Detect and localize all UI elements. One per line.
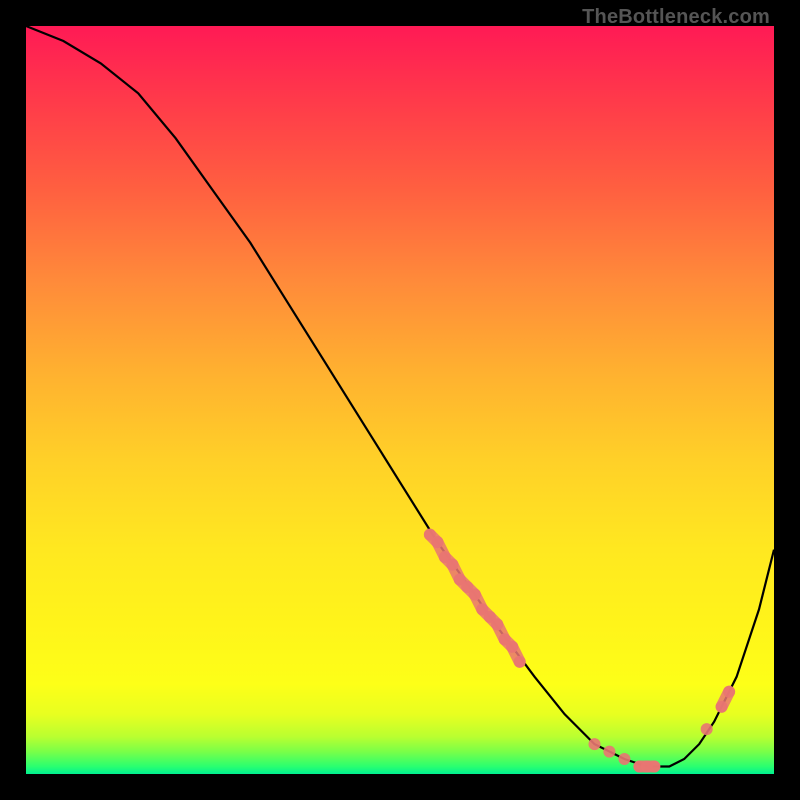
chart-gradient-area — [26, 26, 774, 774]
